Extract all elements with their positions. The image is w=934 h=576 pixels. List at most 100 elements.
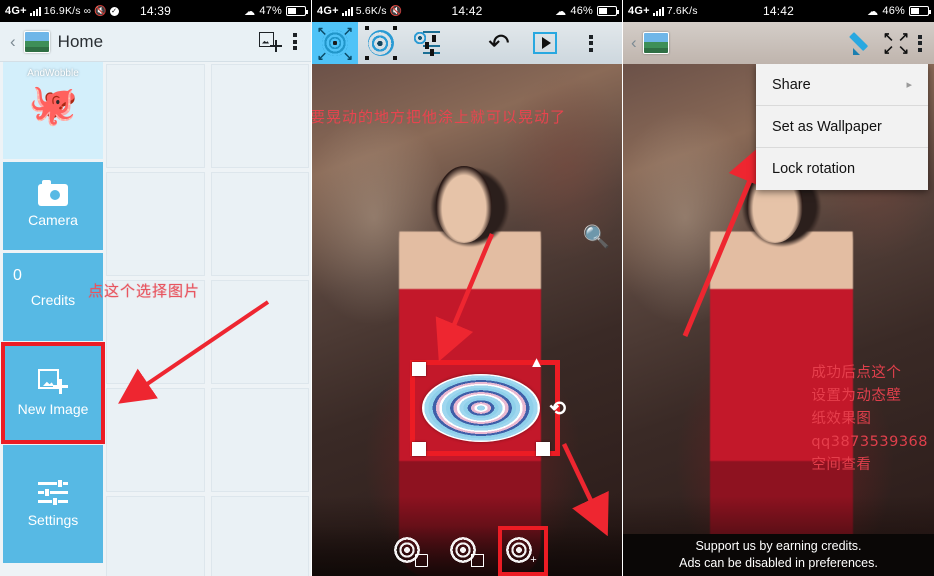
wifi-icon: ☁ [867, 5, 879, 18]
annotation-text-panel3: 成功后点这个 设置为动态壁 纸效果图 qq3873539368 空间查看 [811, 362, 928, 477]
resize-handle-bottom-right[interactable] [536, 442, 550, 456]
sidebar-item-camera[interactable]: Camera [3, 162, 103, 250]
overflow-menu-icon[interactable] [914, 34, 926, 52]
resize-handle-bottom-left[interactable] [412, 442, 426, 456]
grid-item[interactable] [210, 172, 309, 276]
panel-wobble-editor: 4G+ 5.6K/s 🔇 14:42 ☁ 46% ↖ ↗ ↙ ↘ ↶ 🔍 ⟲ ▲… [312, 0, 622, 576]
editor-canvas[interactable]: 🔍 ⟲ ▲ + 你要晃动的地方把他涂上就可以晃动了 [312, 64, 622, 576]
ad-banner[interactable]: Support us by earning credits. Ads can b… [623, 534, 934, 576]
grid-item[interactable] [210, 388, 309, 492]
status-left-group: 4G+ 16.9K/s ∞ 🔇 ✓ [5, 5, 119, 17]
annotation-line: 空间查看 [811, 457, 872, 473]
sidebar-app-logo-tile: AndWobble 🐙 [3, 62, 103, 159]
network-type-label: 4G+ [317, 5, 339, 17]
network-speed-label: 16.9K/s [43, 5, 81, 17]
app-name-label: AndWobble [27, 68, 79, 79]
menu-item-set-as-wallpaper[interactable]: Set as Wallpaper [756, 106, 928, 148]
grid-item[interactable] [106, 388, 205, 492]
magnifier-icon[interactable]: 🔍 [583, 224, 610, 250]
add-image-icon[interactable] [259, 31, 282, 52]
sidebar-item-label: Settings [27, 512, 79, 528]
wobble-settings-button[interactable] [404, 22, 450, 64]
overflow-menu-icon[interactable] [289, 33, 301, 50]
sidebar-item-new-image[interactable]: New Image [1, 342, 105, 444]
annotation-text-panel1: 点这个选择图片 [88, 282, 201, 300]
status-right-group: ☁ 47% [244, 5, 308, 18]
wifi-icon: ☁ [244, 5, 256, 18]
network-speed-label: 5.6K/s [355, 5, 387, 17]
panel-home-gallery: 4G+ 16.9K/s ∞ 🔇 ✓ 14:39 ☁ 47% ‹ Home And… [0, 0, 311, 576]
app-bar-home: ‹ Home [0, 22, 311, 62]
transform-move-button[interactable]: ↖ ↗ ↙ ↘ [312, 22, 358, 64]
rotate-handle-icon[interactable]: ⟲ [549, 396, 566, 421]
grid-item[interactable] [106, 172, 205, 276]
wobble-add-button[interactable]: + [498, 526, 548, 576]
photo-subject-head [436, 166, 492, 244]
grid-item[interactable] [210, 496, 309, 576]
annotation-line: 设置为动态壁 [811, 388, 902, 404]
battery-icon [286, 6, 308, 16]
menu-item-lock-rotation[interactable]: Lock rotation [756, 148, 928, 190]
ad-line-1: Support us by earning credits. [695, 539, 862, 553]
app-logo-icon [23, 30, 50, 53]
move-arrows-decoration: ↖ ↗ ↙ ↘ [317, 24, 353, 63]
overflow-menu-button[interactable] [568, 22, 614, 64]
annotation-line: qq3873539368 [811, 434, 928, 450]
status-bar-panel2: 4G+ 5.6K/s 🔇 14:42 ☁ 46% [312, 0, 622, 22]
undo-button[interactable]: ↶ [476, 22, 522, 64]
grid-item[interactable] [106, 64, 205, 168]
sync-icon: ∞ [83, 5, 92, 17]
grid-item[interactable] [210, 64, 309, 168]
page-title: Home [57, 31, 104, 51]
wobble-ring-widget[interactable]: ⟲ ▲ [412, 354, 566, 456]
network-speed-label: 7.6K/s [666, 5, 698, 17]
grid-item[interactable] [106, 496, 205, 576]
check-circle-icon: ✓ [109, 6, 119, 16]
editor-bottom-bar: + [312, 526, 622, 576]
viewer-canvas[interactable]: Share ▸ Set as Wallpaper Lock rotation 成… [623, 64, 934, 576]
pencil-edit-icon[interactable] [852, 30, 878, 56]
battery-icon [597, 6, 619, 16]
back-chevron-icon[interactable]: ‹ [631, 33, 637, 53]
signal-bars-icon [341, 6, 353, 16]
ad-line-2: Ads can be disabled in preferences. [679, 556, 878, 570]
image-grid [106, 62, 311, 576]
screenshot-root: 4G+ 16.9K/s ∞ 🔇 ✓ 14:39 ☁ 47% ‹ Home And… [0, 0, 934, 576]
wobble-copy-button[interactable] [450, 534, 484, 568]
preview-button[interactable] [522, 22, 568, 64]
octopus-icon: 🐙 [28, 83, 78, 127]
menu-item-share[interactable]: Share ▸ [756, 64, 928, 106]
sidebar-item-label: Camera [28, 212, 78, 228]
menu-item-label: Set as Wallpaper [772, 118, 882, 135]
sliders-icon [38, 479, 68, 506]
status-left-group: 4G+ 5.6K/s 🔇 [317, 5, 402, 17]
overflow-dropdown-menu: Share ▸ Set as Wallpaper Lock rotation [756, 64, 928, 190]
sidebar-menu: AndWobble 🐙 Camera 0 Credits New Image S… [0, 62, 106, 576]
annotation-text-panel2: 你要晃动的地方把他涂上就可以晃动了 [312, 108, 567, 126]
wobble-select-button[interactable] [358, 22, 404, 64]
wifi-icon: ☁ [555, 5, 567, 18]
new-image-icon [38, 369, 68, 395]
image-thumbnail-icon[interactable] [642, 32, 669, 54]
menu-item-label: Share [772, 76, 811, 93]
fullscreen-icon[interactable]: ↖ ↗ ↙ ↘ [883, 30, 909, 56]
sidebar-item-label: Credits [30, 292, 76, 308]
annotation-line: 成功后点这个 [811, 365, 902, 381]
battery-percent-label: 46% [882, 5, 905, 17]
back-chevron-icon[interactable]: ‹ [10, 32, 16, 52]
battery-percent-label: 47% [259, 5, 282, 17]
wobble-settings-icon [412, 30, 440, 56]
move-up-handle-icon[interactable]: ▲ [529, 354, 544, 371]
signal-bars-icon [29, 6, 41, 16]
battery-percent-label: 46% [570, 5, 593, 17]
signal-bars-icon [652, 6, 664, 16]
status-bar-panel1: 4G+ 16.9K/s ∞ 🔇 ✓ 14:39 ☁ 47% [0, 0, 311, 22]
grid-item[interactable] [210, 280, 309, 384]
menu-item-label: Lock rotation [772, 161, 856, 177]
status-tray-icons: ∞ 🔇 ✓ [84, 6, 119, 17]
sidebar-item-label: New Image [17, 401, 89, 417]
credits-count-label: 0 [13, 267, 22, 284]
wobble-delete-button[interactable] [394, 534, 428, 568]
resize-handle-top-left[interactable] [412, 362, 426, 376]
sidebar-item-settings[interactable]: Settings [3, 445, 103, 563]
